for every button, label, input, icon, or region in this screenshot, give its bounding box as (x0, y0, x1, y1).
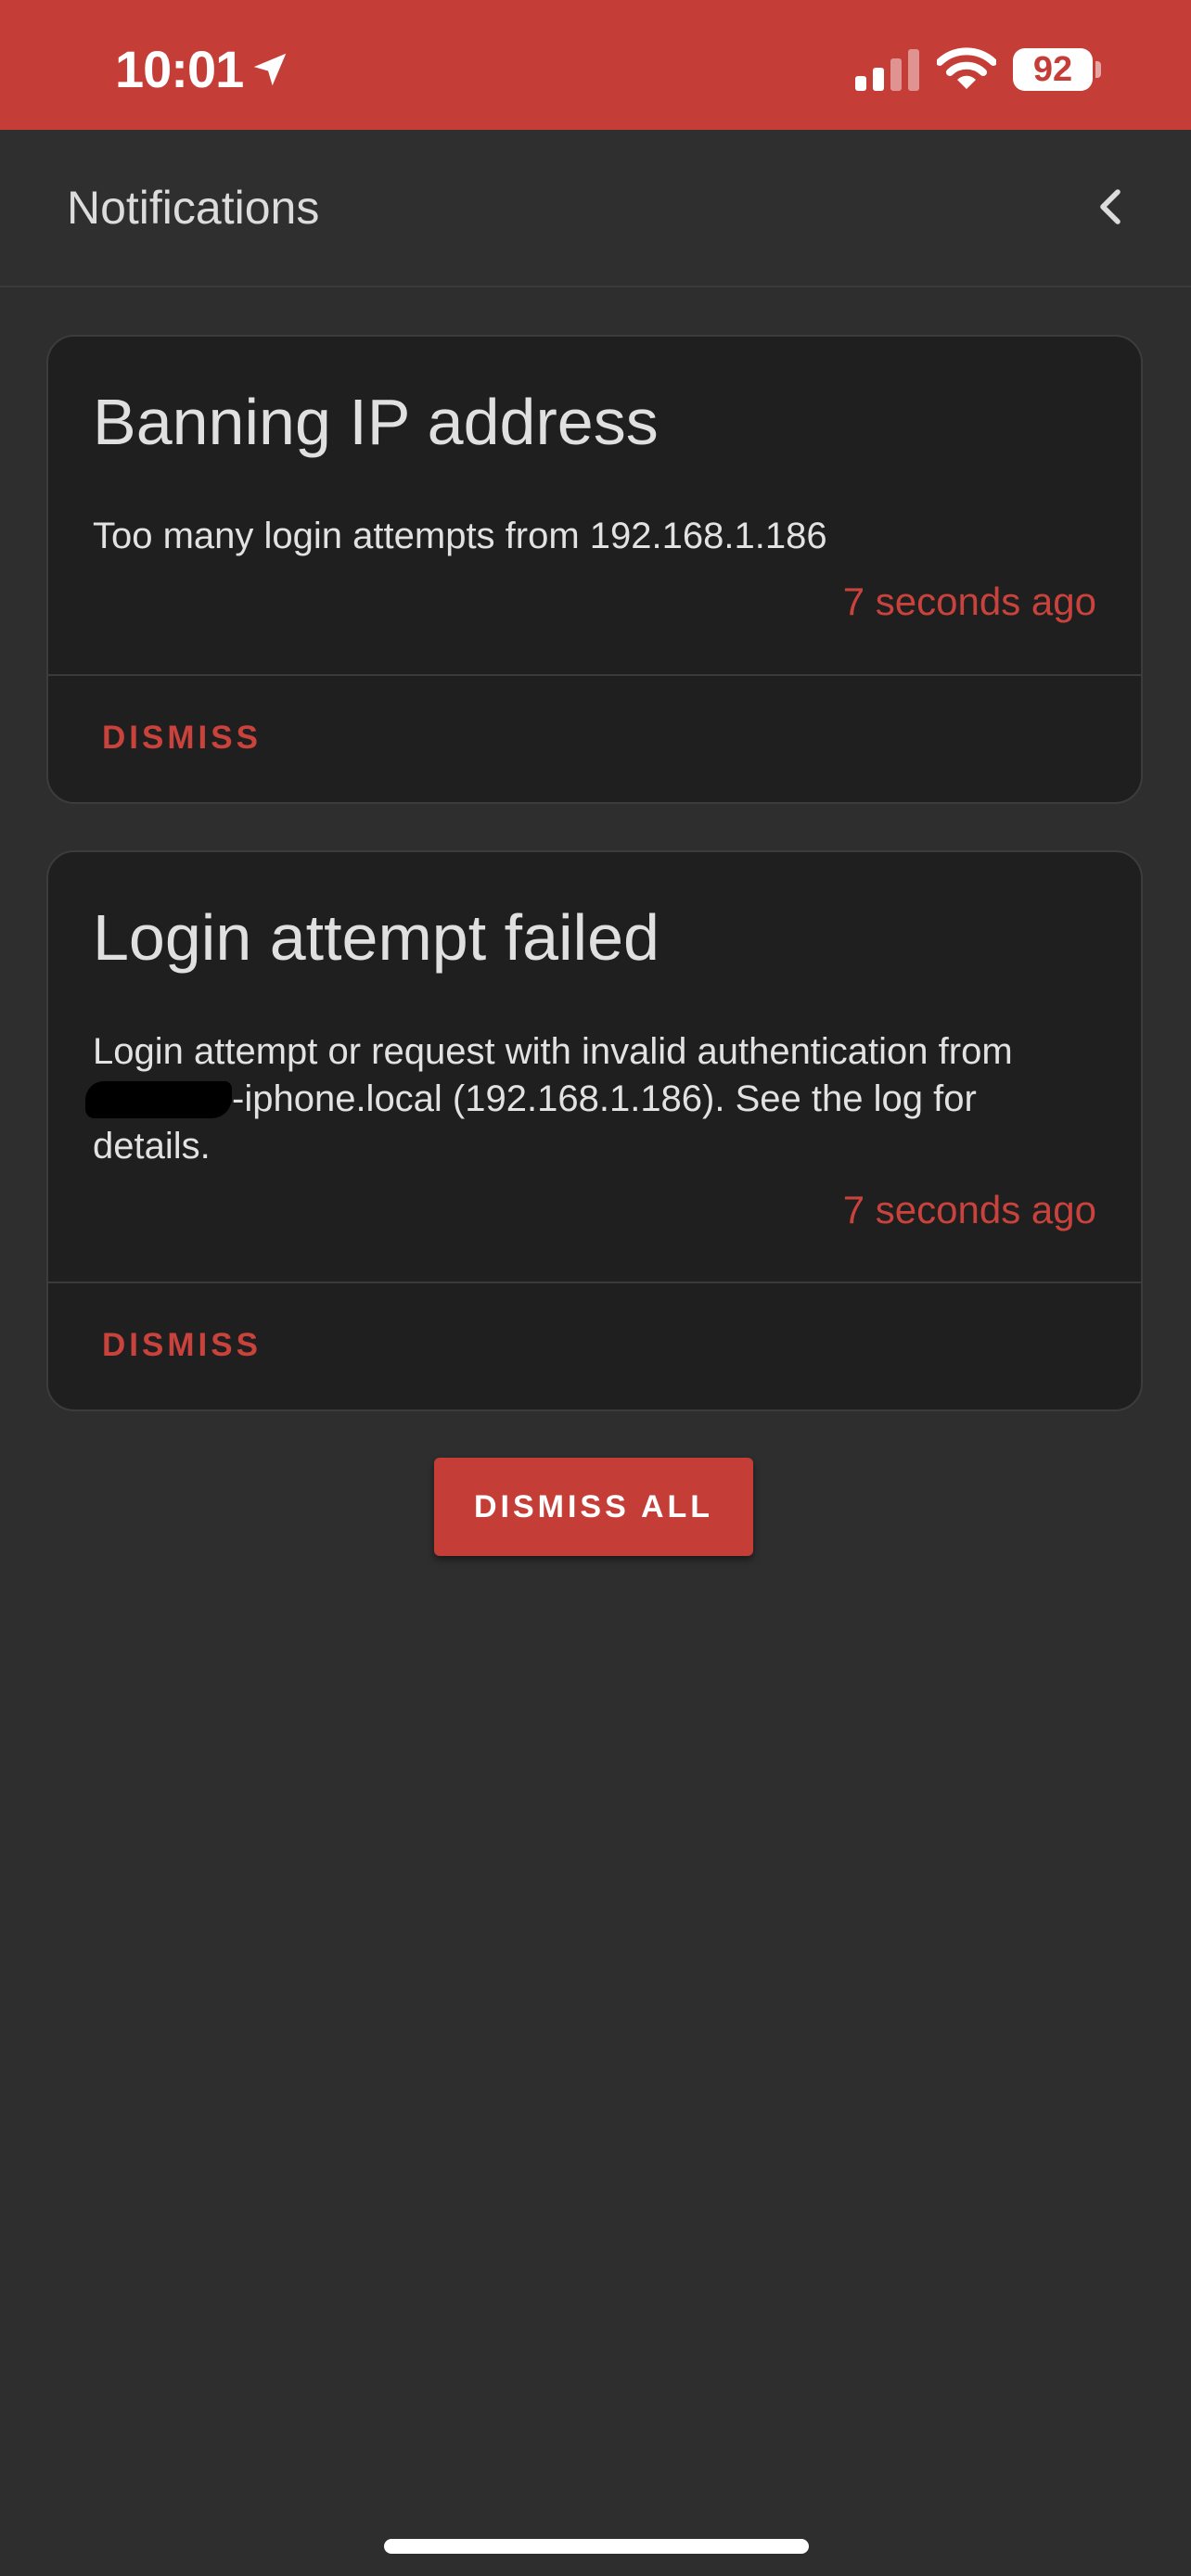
battery-level: 92 (1032, 50, 1073, 89)
notification-title: Banning IP address (93, 386, 659, 458)
message-text-start: Login attempt or request with invalid au… (93, 1031, 1013, 1072)
notification-message: Too many login attempts from 192.168.1.1… (93, 516, 827, 556)
wifi-icon (937, 47, 996, 89)
location-arrow-icon (253, 53, 287, 86)
battery-cap (1095, 61, 1101, 78)
app-header: Notifications (0, 130, 1191, 287)
status-bar: 10:01 92 (0, 0, 1191, 130)
notification-timestamp: 7 seconds ago (842, 580, 1096, 623)
card-actions: DISMISS (48, 674, 1141, 802)
notification-card: Banning IP address Too many login attemp… (46, 335, 1143, 804)
cellular-signal-icon (855, 49, 919, 91)
notification-card: Login attempt failed Login attempt or re… (46, 850, 1143, 1411)
chevron-left-icon (1100, 189, 1121, 224)
page-title: Notifications (67, 182, 320, 234)
notification-title: Login attempt failed (93, 901, 660, 974)
battery-icon: 92 (1013, 48, 1093, 91)
dismiss-all-button[interactable]: DISMISS ALL (434, 1458, 753, 1556)
dismiss-button[interactable]: DISMISS (74, 1311, 289, 1380)
card-actions: DISMISS (48, 1282, 1141, 1409)
home-indicator[interactable] (384, 2539, 809, 2554)
status-time: 10:01 (115, 40, 244, 98)
notification-message: Login attempt or request with invalid au… (85, 1028, 1104, 1170)
redaction-mark (85, 1081, 232, 1118)
back-button[interactable] (1085, 180, 1139, 234)
notification-timestamp: 7 seconds ago (842, 1188, 1096, 1231)
dismiss-button[interactable]: DISMISS (74, 704, 289, 772)
